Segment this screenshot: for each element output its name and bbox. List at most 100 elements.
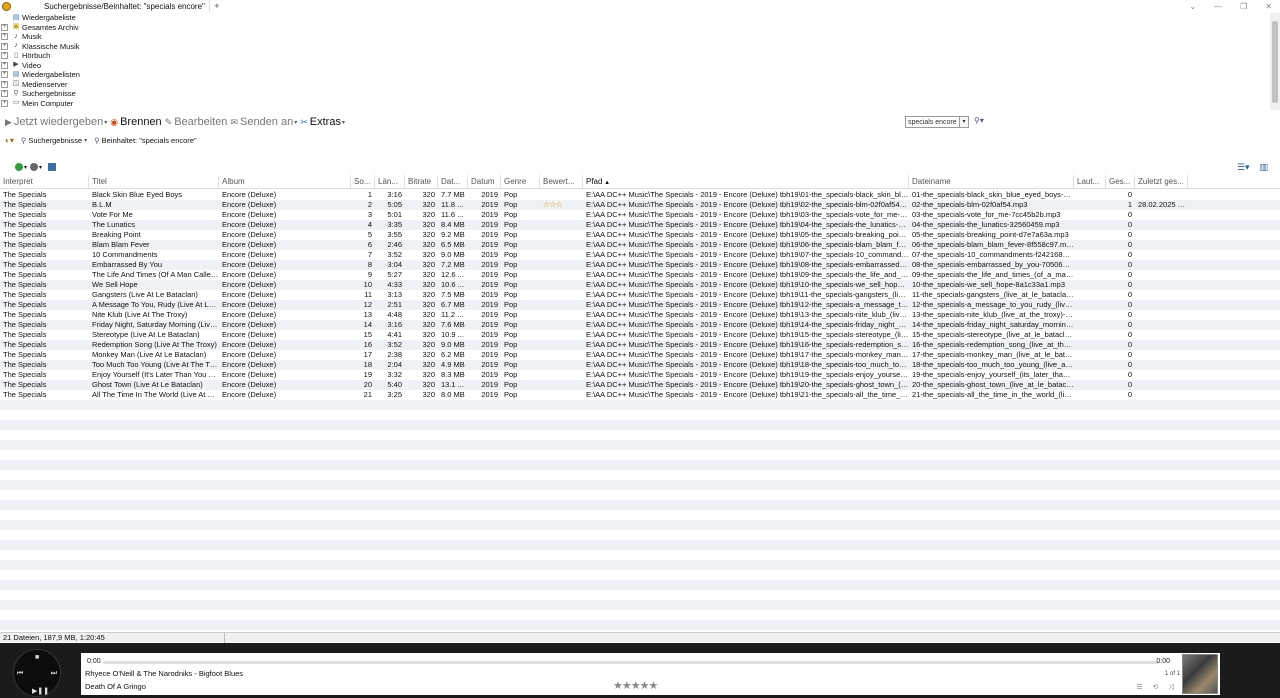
grid-icon[interactable] — [48, 163, 57, 171]
column-header[interactable]: Interpret — [0, 175, 89, 189]
expand-icon[interactable]: + — [1, 99, 8, 107]
next-icon[interactable]: ⏭ — [51, 670, 57, 678]
table-row[interactable]: The Specials Black Skin Blue Eyed Boys Enc… — [0, 190, 1280, 200]
cell-rating[interactable] — [540, 370, 583, 380]
album-cover[interactable] — [1182, 654, 1218, 694]
maximize-button[interactable]: ❐ — [1240, 2, 1247, 11]
cell-rating[interactable]: ☆☆☆ — [540, 200, 583, 210]
playback-mode-icons[interactable]: ☰ ⟲ ⤨ — [1136, 683, 1178, 692]
cell-rating[interactable] — [540, 300, 583, 310]
expand-icon[interactable]: + — [1, 52, 8, 60]
cell-rating[interactable] — [540, 310, 583, 320]
table-row[interactable]: The Specials Breaking Point Encore (Deluxe… — [0, 230, 1280, 240]
rating-stars[interactable]: ★★★★★ — [613, 679, 658, 692]
table-row[interactable]: The Specials Too Much Too Young (Live At … — [0, 360, 1280, 370]
remove-icon[interactable] — [30, 163, 39, 171]
extras-button[interactable]: ✂ Extras ▾ — [300, 116, 345, 128]
column-header[interactable]: Datum — [468, 175, 501, 189]
cell-rating[interactable] — [540, 190, 583, 200]
table-row[interactable]: The Specials Ghost Town (Live At Le Batac… — [0, 380, 1280, 390]
expand-icon[interactable]: + — [1, 61, 8, 69]
cell-rating[interactable] — [540, 250, 583, 260]
add-icon[interactable] — [15, 163, 23, 171]
expand-icon[interactable]: + — [1, 23, 8, 31]
cell-rating[interactable] — [540, 220, 583, 230]
column-header[interactable]: Pfad ▲ — [583, 175, 909, 189]
scrollbar-thumb[interactable] — [1272, 21, 1278, 103]
cell-rating[interactable] — [540, 210, 583, 220]
tree-item[interactable]: + ⚲ Suchergebnisse — [0, 89, 76, 99]
tree-item[interactable]: + ◫ Medienserver — [0, 80, 67, 90]
chevron-down-icon[interactable]: ▾ — [39, 164, 42, 171]
cell-rating[interactable] — [540, 350, 583, 360]
cell-rating[interactable] — [540, 270, 583, 280]
minimize-button[interactable]: — — [1214, 2, 1222, 11]
search-dropdown-icon[interactable]: ▾ — [959, 117, 968, 127]
column-header[interactable]: Zuletzt ges... — [1135, 175, 1188, 189]
breadcrumb-search-results[interactable]: ⚲ Suchergebnisse ▾ — [21, 136, 87, 145]
edit-button[interactable]: ✎ Bearbeiten — [165, 116, 228, 128]
dropdown-icon[interactable]: ⌄ — [1189, 2, 1196, 11]
table-row[interactable]: The Specials Stereotype (Live At Le Batac… — [0, 330, 1280, 340]
new-tab-button[interactable]: + — [212, 1, 222, 11]
tree-item[interactable]: ▤ Wiedergabeliste — [0, 13, 76, 23]
table-row[interactable]: The Specials Nite Klub (Live At The Troxy… — [0, 310, 1280, 320]
cell-rating[interactable] — [540, 380, 583, 390]
cell-rating[interactable] — [540, 360, 583, 370]
table-row[interactable]: The Specials B.L.M Encore (Deluxe) 2 5:05 320… — [0, 200, 1280, 210]
tree-item[interactable]: + ♪ Musik — [0, 32, 42, 42]
chevron-down-icon[interactable]: ▾ — [24, 164, 27, 171]
send-to-button[interactable]: ✉ Senden an ▾ — [230, 116, 297, 128]
tab-search-results[interactable]: Suchergebnisse/Beinhaltet: "specials enc… — [40, 0, 210, 12]
stop-icon[interactable]: ■ — [35, 654, 39, 661]
cell-rating[interactable] — [540, 240, 583, 250]
column-view-icon[interactable]: ▥ — [1259, 162, 1268, 173]
seek-bar[interactable] — [103, 661, 1159, 664]
cell-rating[interactable] — [540, 320, 583, 330]
table-row[interactable]: The Specials Vote For Me Encore (Deluxe) 3 5… — [0, 210, 1280, 220]
burn-button[interactable]: ◉ Brennen — [110, 116, 161, 128]
table-row[interactable]: The Specials All The Time In The World (L… — [0, 390, 1280, 400]
expand-icon[interactable]: + — [1, 90, 8, 98]
list-view-icon[interactable]: ☰▾ — [1237, 162, 1250, 173]
app-logo-icon[interactable] — [2, 1, 11, 11]
column-header[interactable]: Dat... — [438, 175, 468, 189]
table-row[interactable]: The Specials Enjoy Yourself (It's Later T… — [0, 370, 1280, 380]
expand-icon[interactable]: + — [1, 71, 8, 79]
tree-item[interactable]: + ▤ Wiedergabelisten — [0, 70, 80, 80]
cell-rating[interactable] — [540, 330, 583, 340]
table-row[interactable]: The Specials A Message To You, Rudy (Live… — [0, 300, 1280, 310]
column-header[interactable]: Dateiname — [909, 175, 1074, 189]
table-row[interactable]: The Specials Blam Blam Fever Encore (Delux… — [0, 240, 1280, 250]
table-row[interactable]: The Specials Friday Night, Saturday Morni… — [0, 320, 1280, 330]
table-row[interactable]: The Specials Embarrassed By You Encore (De… — [0, 260, 1280, 270]
column-header[interactable]: Laut... — [1074, 175, 1106, 189]
table-row[interactable]: The Specials The Lunatics Encore (Deluxe) 4… — [0, 220, 1280, 230]
close-button[interactable]: ✕ — [1265, 2, 1272, 11]
table-row[interactable]: The Specials The Life And Times (Of A Man… — [0, 270, 1280, 280]
column-header[interactable]: Ges... — [1106, 175, 1135, 189]
search-input[interactable]: specials encore ▾ — [905, 116, 969, 128]
table-row[interactable]: The Specials Gangsters (Live At Le Batacl… — [0, 290, 1280, 300]
column-header[interactable]: Genre — [501, 175, 540, 189]
cell-rating[interactable] — [540, 290, 583, 300]
table-row[interactable]: The Specials Redemption Song (Live At The… — [0, 340, 1280, 350]
column-header[interactable]: So... — [351, 175, 375, 189]
column-header[interactable]: Album — [219, 175, 351, 189]
table-row[interactable]: The Specials 10 Commandments Encore (Delux… — [0, 250, 1280, 260]
cell-rating[interactable] — [540, 280, 583, 290]
previous-icon[interactable]: ⏮ — [17, 670, 23, 678]
tree-scrollbar[interactable] — [1270, 13, 1280, 110]
cell-rating[interactable] — [540, 390, 583, 400]
cell-rating[interactable] — [540, 230, 583, 240]
column-header[interactable]: Bewert... — [540, 175, 583, 189]
table-row[interactable]: The Specials Monkey Man (Live At Le Batac… — [0, 350, 1280, 360]
back-icon[interactable]: ◐▾ — [5, 136, 14, 145]
column-header[interactable]: Län... — [375, 175, 405, 189]
search-options-icon[interactable]: ⚲▾ — [974, 116, 984, 125]
play-now-button[interactable]: ▶ Jetzt wiedergeben ▾ — [5, 116, 107, 128]
cell-rating[interactable] — [540, 340, 583, 350]
tree-item[interactable]: + ▭ Mein Computer — [0, 99, 73, 109]
column-header[interactable]: Titel — [89, 175, 219, 189]
breadcrumb-contains[interactable]: ⚲ Beinhaltet: "specials encore" — [94, 136, 196, 145]
